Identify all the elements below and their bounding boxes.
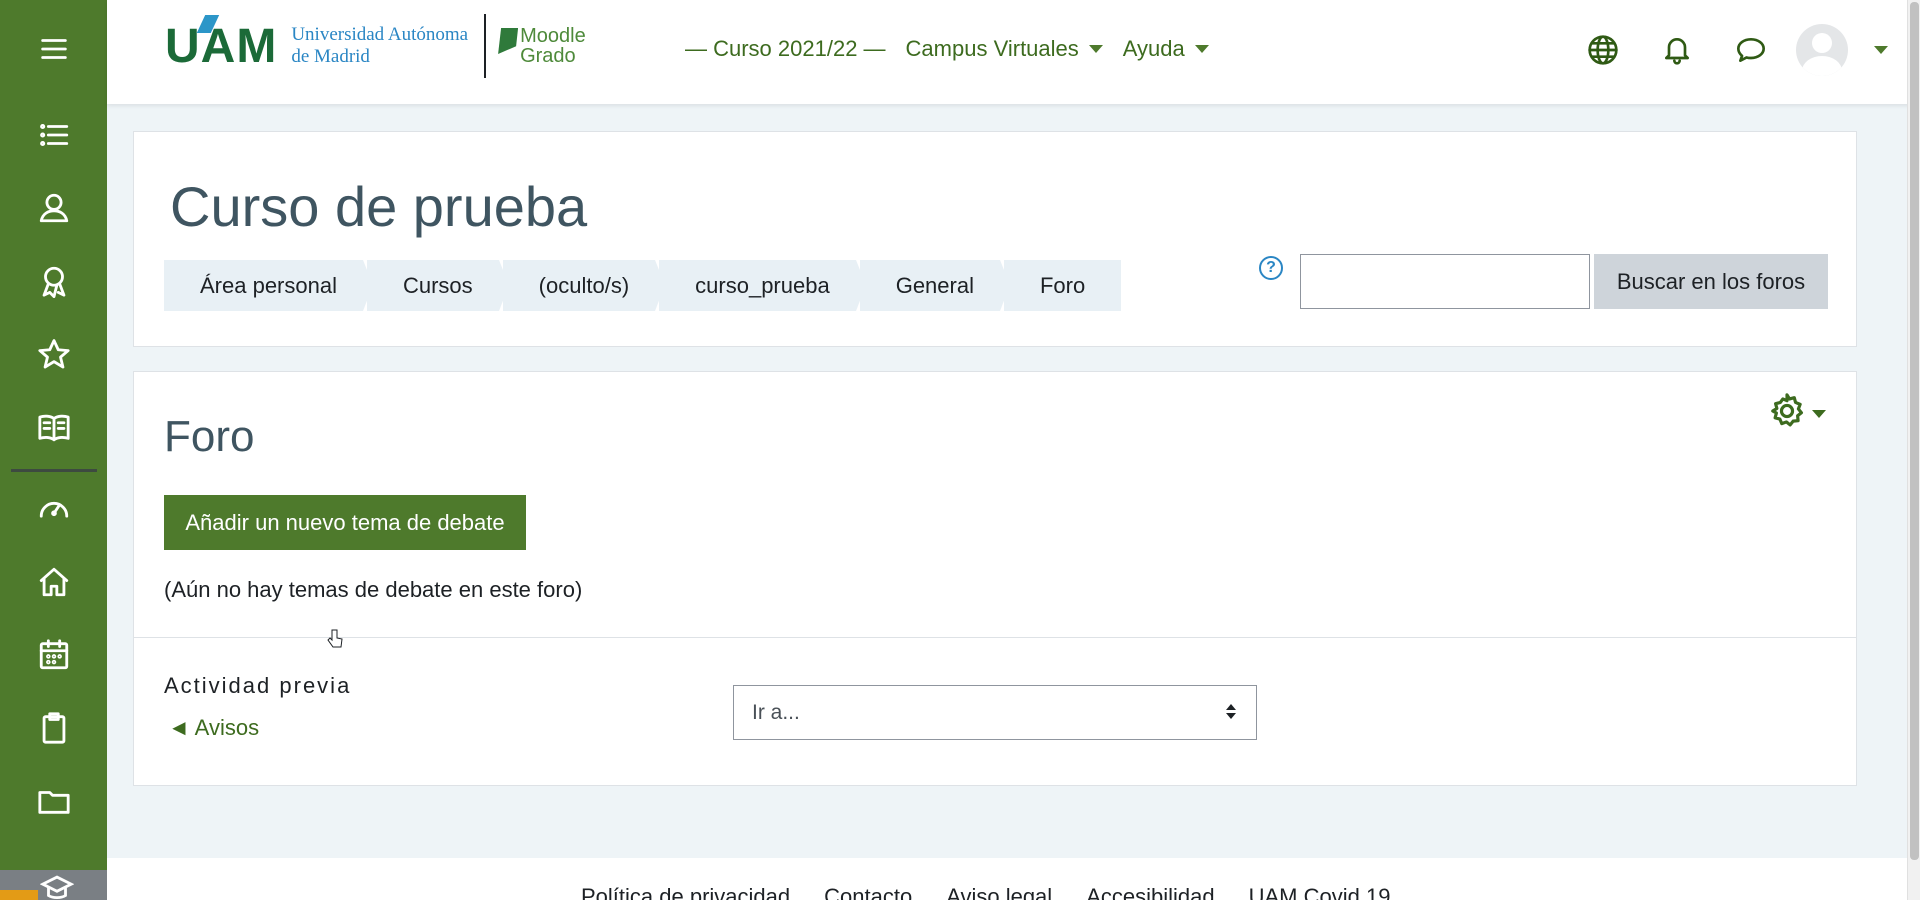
badge-icon[interactable] (0, 244, 107, 317)
scrollbar-thumb[interactable] (1910, 2, 1919, 860)
help-question-icon[interactable]: ? (1259, 256, 1283, 280)
moodle-flag-icon (498, 28, 519, 54)
chevron-down-icon (1088, 45, 1103, 53)
left-sidebar (0, 0, 107, 900)
star-icon[interactable] (0, 317, 107, 390)
breadcrumb-item[interactable]: (oculto/s) (502, 260, 666, 311)
messages-chat-icon[interactable] (1714, 22, 1788, 78)
participants-icon[interactable] (0, 171, 107, 244)
page-title: Curso de prueba (170, 175, 588, 238)
footer-link-covid[interactable]: UAM Covid 19 (1249, 884, 1391, 900)
sidebar-footer-badge (0, 870, 107, 900)
forum-main-card: Foro Añadir un nuevo tema de debate (Aún… (133, 371, 1857, 786)
uam-logo[interactable]: UAM Universidad Autónoma de Madrid Moodl… (165, 14, 586, 78)
calendar-icon[interactable] (0, 618, 107, 691)
chevron-down-icon (1194, 45, 1209, 53)
breadcrumb-item[interactable]: curso_prueba (659, 260, 866, 311)
hand-cursor-icon (327, 629, 343, 648)
page-footer: Política de privacidad Contacto Aviso le… (107, 858, 1907, 900)
logo-moodle: Moodle Grado (498, 26, 586, 66)
menu-campus-virtuales[interactable]: Campus Virtuales (906, 36, 1103, 62)
select-arrows-icon (1226, 704, 1236, 719)
graduation-cap-icon[interactable] (40, 874, 74, 900)
jump-to-select[interactable]: Ir a... (733, 685, 1257, 740)
forum-search-button[interactable]: Buscar en los foros (1594, 254, 1828, 309)
navbar-icons (1566, 22, 1920, 78)
breadcrumb: Área personal Cursos (oculto/s) curso_pr… (164, 260, 1125, 311)
list-icon[interactable] (0, 98, 107, 171)
folder-icon[interactable] (0, 764, 107, 837)
jump-to-selected-value: Ir a... (752, 700, 800, 724)
breadcrumb-item[interactable]: Foro (1003, 260, 1122, 311)
page-header-card: Curso de prueba Área personal Cursos (oc… (133, 131, 1857, 347)
previous-activity-link[interactable]: ◄ Avisos (168, 715, 259, 741)
book-icon[interactable] (0, 390, 107, 463)
add-discussion-button[interactable]: Añadir un nuevo tema de debate (164, 495, 526, 550)
footer-link-accessibility[interactable]: Accesibilidad (1086, 884, 1214, 900)
logo-university-name: Universidad Autónoma de Madrid (291, 24, 469, 67)
breadcrumb-item[interactable]: Cursos (366, 260, 509, 311)
top-menu: — Curso 2021/22 — Campus Virtuales Ayuda (685, 36, 1229, 62)
gear-icon (1771, 393, 1803, 427)
menu-ayuda[interactable]: Ayuda (1123, 36, 1209, 62)
section-divider (134, 637, 1856, 638)
top-navbar: UAM Universidad Autónoma de Madrid Moodl… (107, 0, 1920, 104)
hamburger-icon[interactable] (0, 0, 107, 98)
breadcrumb-item[interactable]: Área personal (164, 260, 373, 311)
footer-link-contact[interactable]: Contacto (824, 884, 912, 900)
home-icon[interactable] (0, 545, 107, 618)
previous-activity-label: Actividad previa (164, 673, 352, 698)
notifications-bell-icon[interactable] (1640, 22, 1714, 78)
chevron-down-icon (1812, 410, 1826, 418)
language-globe-icon[interactable] (1566, 22, 1640, 78)
breadcrumb-item[interactable]: General (859, 260, 1011, 311)
user-avatar[interactable] (1796, 24, 1848, 76)
empty-forum-message: (Aún no hay temas de debate en este foro… (164, 577, 583, 602)
clipboard-icon[interactable] (0, 691, 107, 764)
footer-links: Política de privacidad Contacto Aviso le… (581, 884, 1424, 900)
logo-uam-mark: UAM (165, 14, 277, 74)
logo-divider (484, 14, 487, 78)
forum-title: Foro (164, 412, 255, 461)
page-scrollbar[interactable] (1907, 0, 1920, 900)
footer-link-privacy[interactable]: Política de privacidad (581, 884, 790, 900)
menu-course-year[interactable]: — Curso 2021/22 — (685, 36, 886, 62)
orange-marker (0, 890, 38, 900)
forum-search-input[interactable] (1300, 254, 1590, 309)
dashboard-icon[interactable] (0, 472, 107, 545)
forum-settings-menu[interactable] (1768, 392, 1826, 430)
footer-link-legal[interactable]: Aviso legal (946, 884, 1052, 900)
user-menu-chevron-down-icon[interactable] (1874, 46, 1888, 54)
